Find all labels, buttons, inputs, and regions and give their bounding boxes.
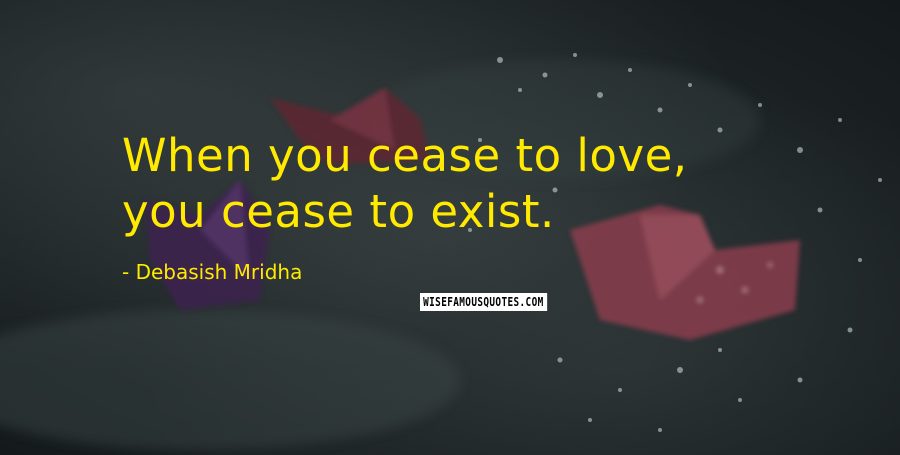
quote-card: When you cease to love, you cease to exi… bbox=[0, 0, 900, 455]
quote-text: When you cease to love, you cease to exi… bbox=[122, 128, 842, 240]
quote-line-2: you cease to exist. bbox=[122, 185, 555, 238]
site-watermark: WISEFAMOUSQUOTES.COM bbox=[420, 293, 547, 311]
water-reflection bbox=[0, 310, 460, 450]
quote-line-1: When you cease to love, bbox=[122, 129, 688, 182]
quote-author: - Debasish Mridha bbox=[122, 260, 303, 284]
